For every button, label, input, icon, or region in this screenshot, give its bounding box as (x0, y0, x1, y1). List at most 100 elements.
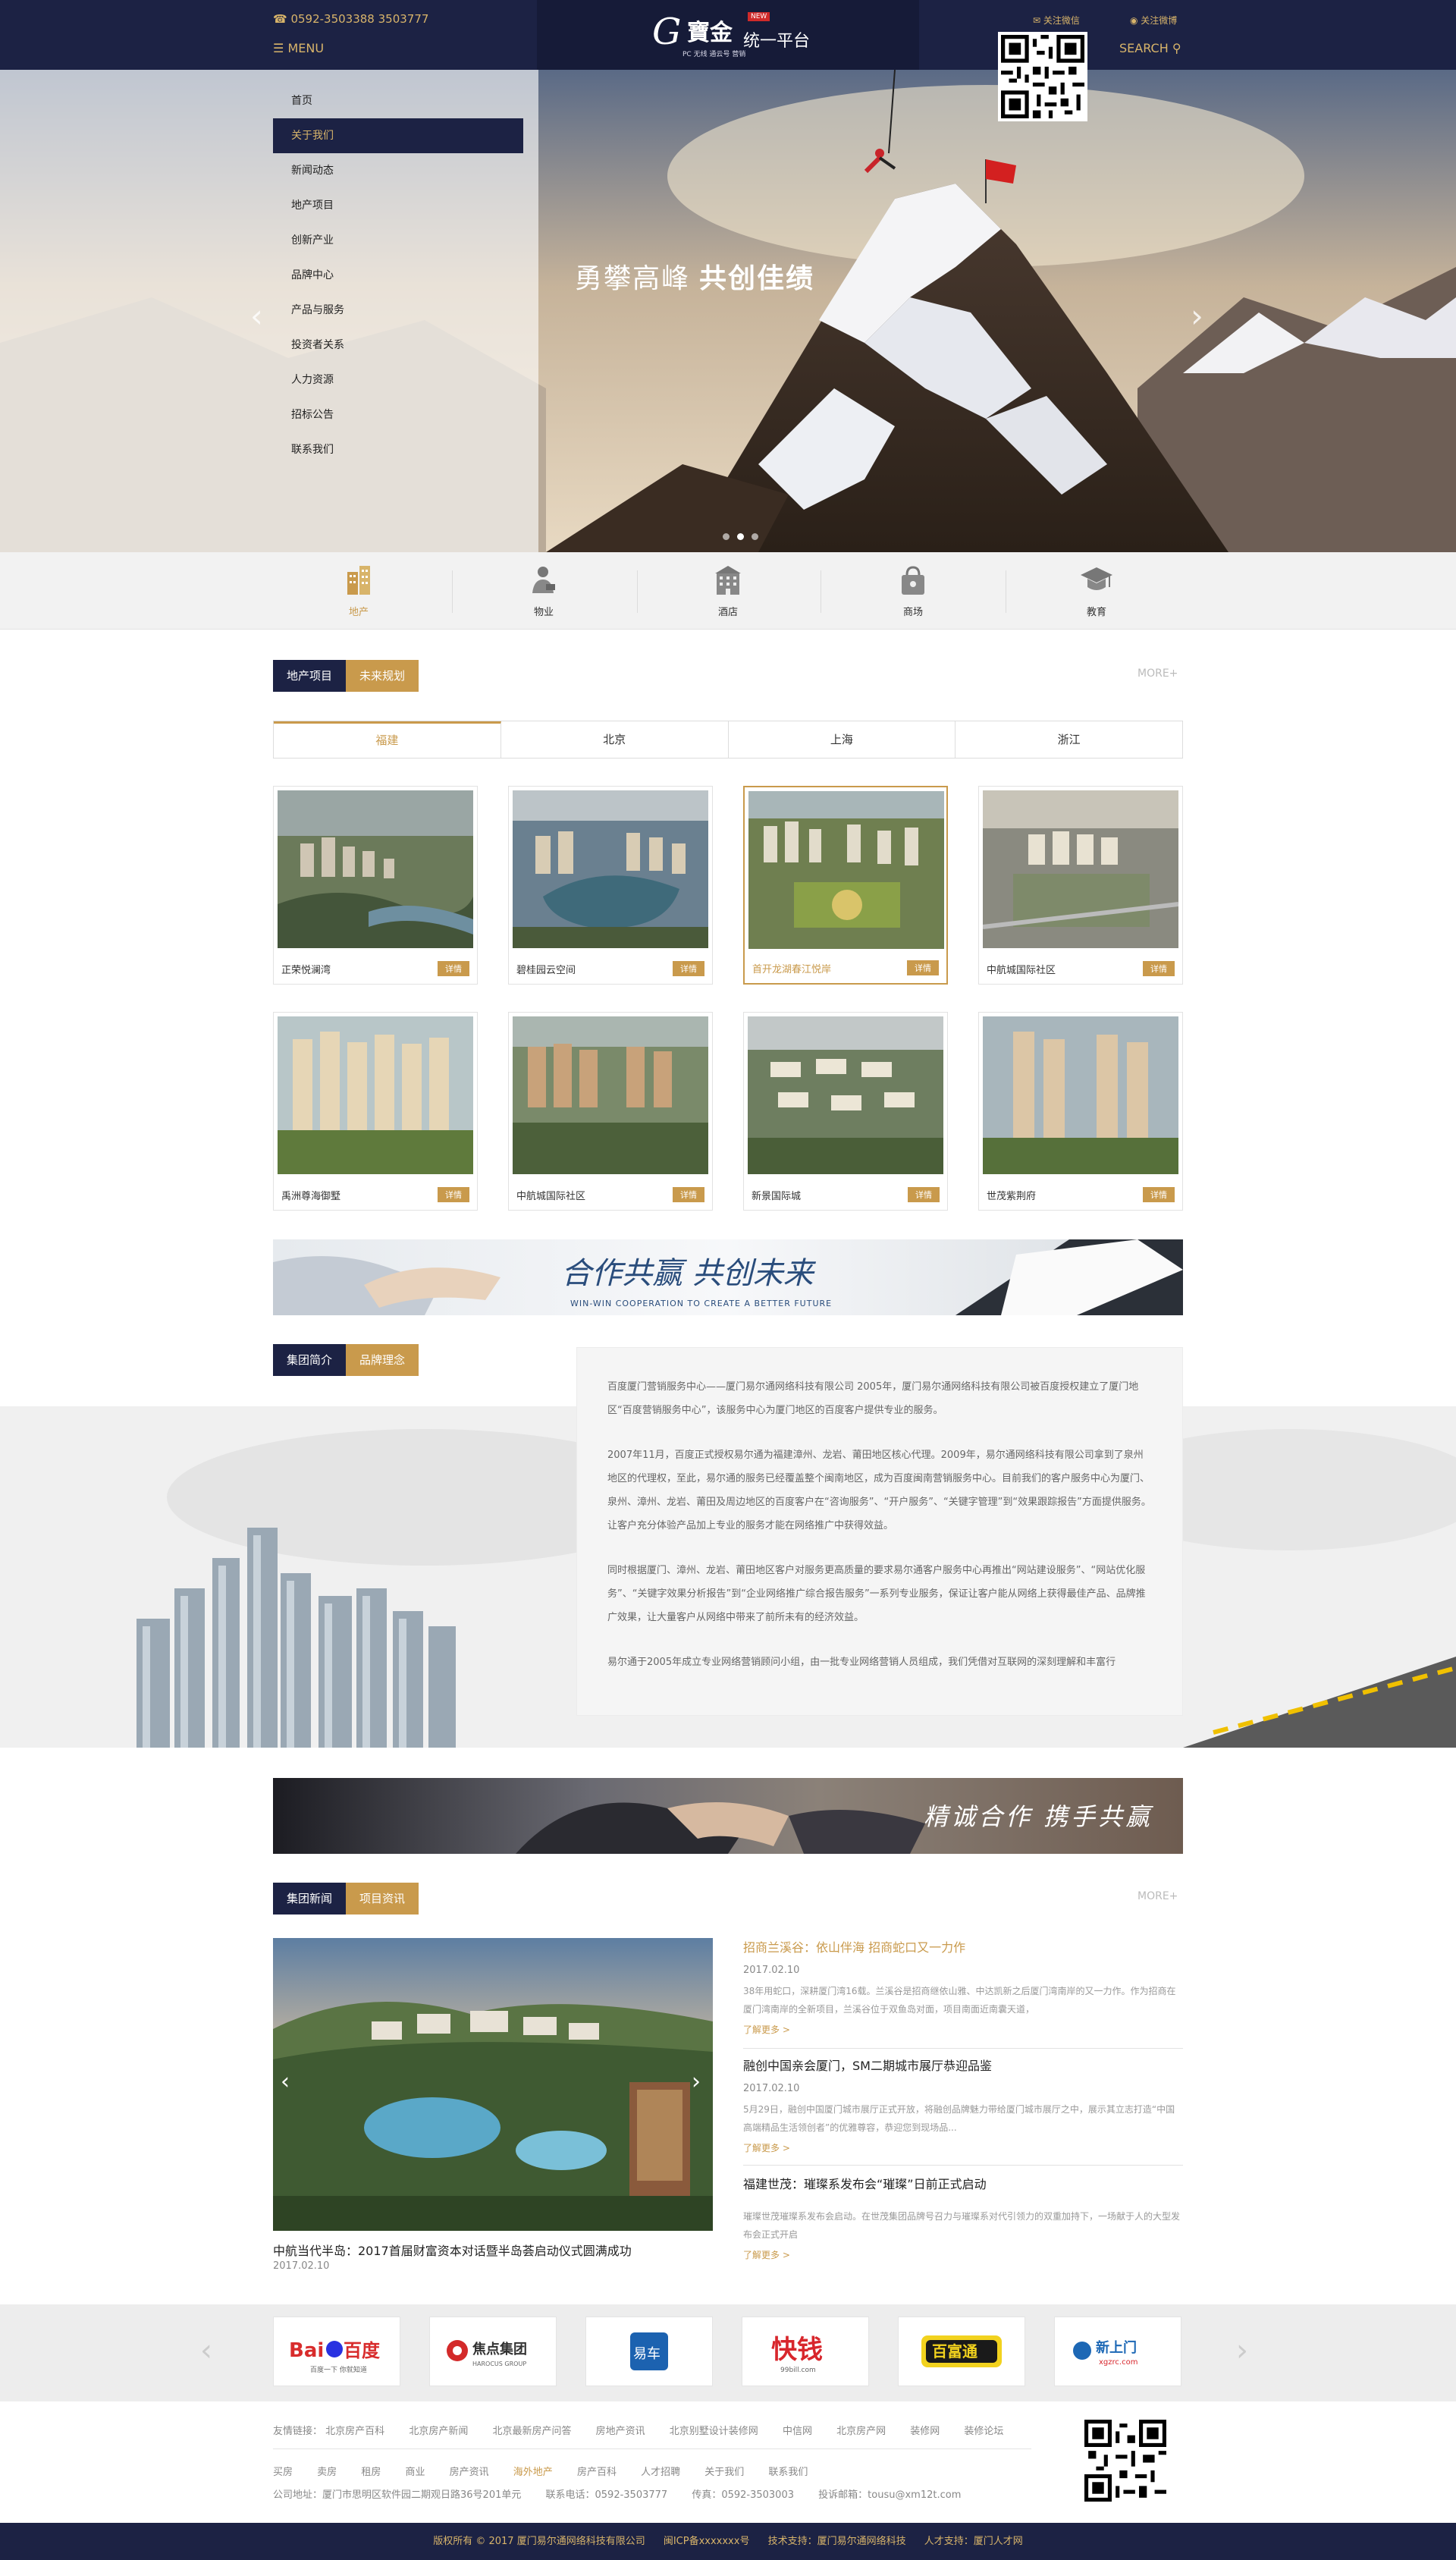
side-nav-item-brand[interactable]: 品牌中心 (273, 258, 523, 293)
project-card[interactable]: 正荣悦澜湾 详情 (273, 786, 478, 985)
side-nav-item-home[interactable]: 首页 (273, 83, 523, 118)
category-hotel[interactable]: 酒店 (682, 563, 774, 618)
news-read-more[interactable]: 了解更多 > (743, 2141, 1183, 2154)
hero-next-arrow[interactable]: › (1191, 297, 1203, 335)
detail-button[interactable]: 详情 (673, 961, 704, 976)
side-nav-item-products[interactable]: 产品与服务 (273, 293, 523, 328)
qr-code-icon (1001, 35, 1084, 118)
news-photo-next-arrow[interactable]: › (692, 2068, 701, 2095)
news-photo-prev-arrow[interactable]: ‹ (281, 2068, 290, 2095)
news-more-link[interactable]: MORE+ (1138, 1890, 1178, 1902)
projects-more-link[interactable]: MORE+ (1138, 667, 1178, 680)
search-button[interactable]: SEARCH ⚲ (1119, 41, 1181, 55)
news-photo-slider[interactable]: ‹ › (273, 1938, 713, 2231)
detail-button[interactable]: 详情 (438, 961, 469, 976)
project-card[interactable]: 中航城国际社区 详情 (508, 1012, 713, 1211)
detail-button[interactable]: 详情 (1143, 1187, 1175, 1202)
follow-wechat-link[interactable]: ✉ 关注微信 (1033, 14, 1080, 27)
side-nav-item-hr[interactable]: 人力资源 (273, 363, 523, 397)
footer-nav-link[interactable]: 房产百科 (577, 2467, 617, 2478)
side-nav-item-projects[interactable]: 地产项目 (273, 188, 523, 223)
detail-button[interactable]: 详情 (908, 1187, 940, 1202)
partner-logo-baidu[interactable]: Bai 百度 百度一下 你就知道 (273, 2317, 400, 2386)
news-title[interactable]: 融创中国亲会厦门，SM二期城市展厅恭迎品鉴 (743, 2056, 1183, 2074)
talent-support[interactable]: 人才支持：厦门人才网 (924, 2536, 1023, 2547)
footer-nav-link[interactable]: 租房 (361, 2467, 381, 2478)
friend-link[interactable]: 装修论坛 (964, 2426, 1003, 2437)
news-title[interactable]: 福建世茂：璀璨系发布会“璀璨”日前正式启动 (743, 2174, 1183, 2192)
partner-logo-harocus[interactable]: 焦点集团 HAROCUS GROUP (429, 2317, 557, 2386)
partners-next-arrow[interactable]: › (1236, 2333, 1248, 2368)
project-card[interactable]: 中航城国际社区 详情 (978, 786, 1183, 985)
project-card-highlighted[interactable]: 首开龙湖春江悦岸 详情 (743, 786, 948, 985)
partner-logo-99bill[interactable]: 快钱 99bill.com (742, 2317, 869, 2386)
copyright-text: 版权所有 © 2017 厦门易尔通网络科技有限公司 (433, 2536, 645, 2547)
project-card[interactable]: 世茂紫荆府 详情 (978, 1012, 1183, 1211)
hero-dot-1[interactable] (723, 533, 730, 540)
footer-nav-link[interactable]: 关于我们 (704, 2467, 744, 2478)
region-tab-beijing[interactable]: 北京 (501, 721, 729, 758)
category-property[interactable]: 物业 (498, 563, 589, 618)
footer-nav-link[interactable]: 卖房 (317, 2467, 337, 2478)
partner-logo-xgzrc[interactable]: 新上门 xgzrc.com (1054, 2317, 1181, 2386)
friend-link[interactable]: 北京最新房产问答 (492, 2426, 571, 2437)
news-summary: 38年用蛇口，深耕厦门湾16载。兰溪谷是招商继依山雅、中达凯新之后厦门湾南岸的又… (743, 1986, 1176, 2015)
detail-button[interactable]: 详情 (907, 960, 939, 975)
region-tab-fujian[interactable]: 福建 (274, 721, 501, 758)
side-nav-item-about[interactable]: 关于我们 (273, 118, 523, 153)
partners-prev-arrow[interactable]: ‹ (200, 2333, 212, 2368)
menu-button[interactable]: ☰ MENU (273, 41, 324, 55)
friend-link[interactable]: 中信网 (783, 2426, 812, 2437)
footer-nav-link[interactable]: 联系我们 (768, 2467, 808, 2478)
footer-nav-link[interactable]: 人才招聘 (641, 2467, 680, 2478)
tab-brand-philosophy[interactable]: 品牌理念 (346, 1344, 419, 1376)
side-nav-item-tenders[interactable]: 招标公告 (273, 397, 523, 432)
tab-group-news[interactable]: 集团新闻 (273, 1883, 347, 1915)
side-nav-item-innovation[interactable]: 创新产业 (273, 223, 523, 258)
hero-dot-3[interactable] (752, 533, 758, 540)
news-read-more[interactable]: 了解更多 > (743, 2023, 1183, 2036)
partner-logo-baifutong[interactable]: 百富通 (898, 2317, 1025, 2386)
region-tab-shanghai[interactable]: 上海 (729, 721, 956, 758)
detail-button[interactable]: 详情 (673, 1187, 704, 1202)
news-title[interactable]: 招商兰溪谷：依山伴海 招商蛇口又一力作 (743, 1937, 1183, 1955)
project-card[interactable]: 禹洲尊海御墅 详情 (273, 1012, 478, 1211)
category-real-estate[interactable]: 地产 (313, 563, 404, 618)
category-education[interactable]: 教育 (1051, 563, 1142, 618)
footer-nav-link[interactable]: 海外地产 (513, 2467, 553, 2478)
category-mall[interactable]: 商场 (868, 563, 959, 618)
region-tab-zhejiang[interactable]: 浙江 (956, 721, 1182, 758)
tech-support[interactable]: 技术支持：厦门易尔通网络科技 (768, 2536, 906, 2547)
cooperation-banner: 合作共赢 共创未来 WIN-WIN COOPERATION TO CREATE … (273, 1239, 1183, 1315)
friend-link[interactable]: 房地产资讯 (596, 2426, 645, 2437)
project-card[interactable]: 碧桂园云空间 详情 (508, 786, 713, 985)
detail-button[interactable]: 详情 (438, 1187, 469, 1202)
friend-link[interactable]: 北京别墅设计装修网 (670, 2426, 758, 2437)
tab-future-planning[interactable]: 未来规划 (346, 660, 419, 692)
news-summary: 璀璨世茂璀璨系发布会启动。在世茂集团品牌号召力与璀璨系对代引领力的双重加持下，一… (743, 2211, 1181, 2240)
side-nav-item-contact[interactable]: 联系我们 (273, 432, 523, 467)
side-nav-item-investors[interactable]: 投资者关系 (273, 328, 523, 363)
footer-nav-link[interactable]: 买房 (273, 2467, 293, 2478)
tab-group-intro[interactable]: 集团简介 (273, 1344, 347, 1376)
site-logo[interactable]: G 寶金 NEW 统一平台 PC 无线 通云号 营销 (652, 11, 811, 61)
icp-number[interactable]: 闽ICP备xxxxxxx号 (664, 2536, 750, 2547)
detail-button[interactable]: 详情 (1143, 961, 1175, 976)
tab-real-estate-projects[interactable]: 地产项目 (273, 660, 347, 692)
footer-nav-link[interactable]: 房产资讯 (450, 2467, 489, 2478)
friend-link[interactable]: 装修网 (910, 2426, 940, 2437)
tab-project-news[interactable]: 项目资讯 (346, 1883, 419, 1915)
friend-link[interactable]: 北京房产新闻 (409, 2426, 468, 2437)
complaint-email[interactable]: 投诉邮箱：tousu@xm12t.com (818, 2489, 961, 2501)
friend-link[interactable]: 北京房产网 (836, 2426, 886, 2437)
side-nav-item-news[interactable]: 新闻动态 (273, 153, 523, 188)
friend-link[interactable]: 北京房产百科 (325, 2426, 384, 2437)
news-read-more[interactable]: 了解更多 > (743, 2248, 1183, 2261)
follow-weibo-link[interactable]: ◉ 关注微博 (1130, 14, 1177, 27)
news-photo-caption[interactable]: 中航当代半岛：2017首届财富资本对话暨半岛荟启动仪式圆满成功 (273, 2241, 713, 2259)
partner-logo-yiche[interactable]: 易车 (585, 2317, 713, 2386)
hero-dot-2[interactable] (737, 533, 744, 540)
footer-nav-link[interactable]: 商业 (405, 2467, 425, 2478)
project-card[interactable]: 新景国际城 详情 (743, 1012, 948, 1211)
hero-prev-arrow[interactable]: ‹ (250, 297, 263, 335)
